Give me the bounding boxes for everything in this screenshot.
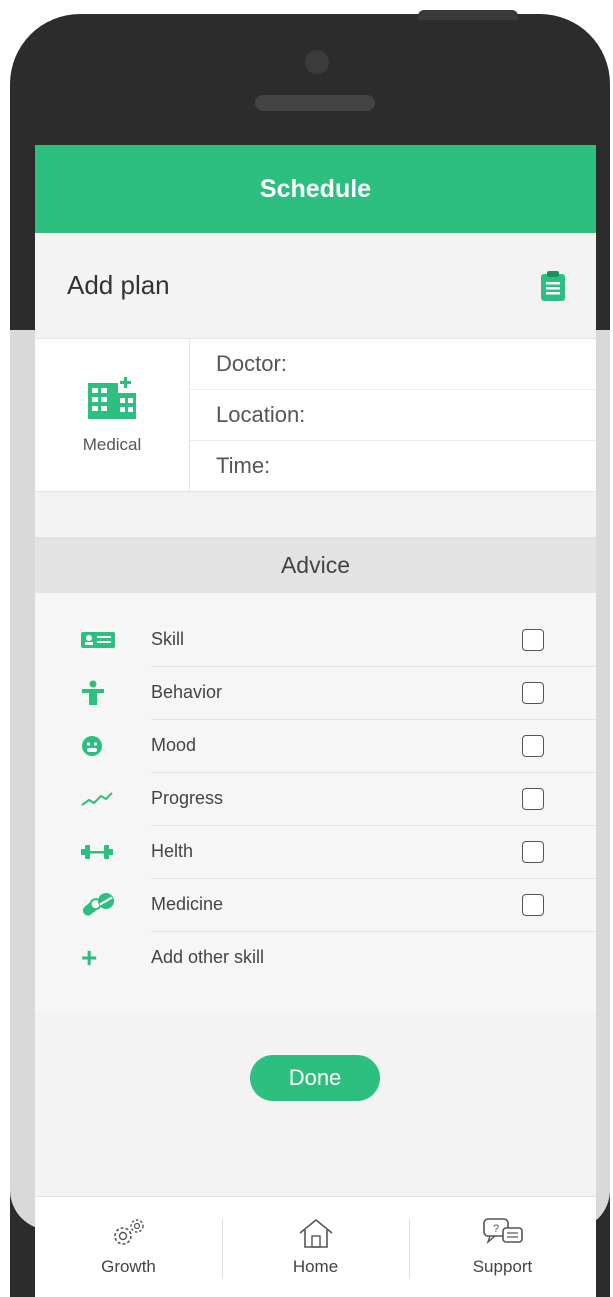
id-card-icon	[81, 631, 115, 648]
chat-icon: ?	[482, 1218, 523, 1245]
tab-growth-label: Growth	[101, 1257, 156, 1276]
advice-item-medicine[interactable]: Medicine	[35, 878, 596, 932]
app-header: Schedule	[35, 145, 596, 233]
mood-checkbox[interactable]	[522, 734, 544, 757]
skill-checkbox[interactable]	[522, 628, 544, 651]
advice-item-behavior[interactable]: Behavior	[35, 666, 596, 720]
doctor-field[interactable]: Doctor:	[190, 339, 596, 390]
home-icon	[298, 1218, 333, 1248]
person-icon	[82, 680, 104, 705]
screen: Schedule Add plan Medical Doctor: Locati…	[35, 145, 596, 1297]
time-field[interactable]: Time:	[190, 441, 596, 491]
medical-label: Medical	[82, 435, 142, 454]
pill-icon	[82, 892, 114, 916]
speaker	[255, 95, 375, 111]
bottom-tab-bar: Growth Home ? Support	[35, 1196, 596, 1297]
power-button	[418, 10, 518, 20]
medicine-checkbox[interactable]	[522, 893, 544, 916]
dumbbell-icon	[81, 844, 113, 859]
trend-line-icon	[81, 791, 113, 806]
face-icon	[82, 735, 102, 756]
section-gap	[35, 492, 596, 537]
advice-item-mood[interactable]: Mood	[35, 719, 596, 773]
tab-home[interactable]: Home	[222, 1197, 409, 1297]
tab-home-label: Home	[292, 1257, 339, 1276]
clipboard-icon[interactable]	[540, 270, 566, 302]
behavior-checkbox[interactable]	[522, 681, 544, 704]
advice-item-progress[interactable]: Progress	[35, 772, 596, 826]
svg-text:?: ?	[492, 1223, 498, 1235]
medical-category[interactable]: Medical	[35, 339, 190, 491]
done-area: Done	[35, 1013, 596, 1213]
advice-item-skill[interactable]: Skill	[35, 613, 596, 667]
tab-support-label: Support	[472, 1257, 533, 1276]
hospital-icon	[88, 377, 136, 419]
add-other-skill-label: Add other skill	[151, 947, 265, 967]
done-button[interactable]: Done	[250, 1055, 380, 1101]
plus-icon: +	[81, 941, 98, 973]
add-other-skill-button[interactable]: + Add other skill	[35, 931, 596, 984]
advice-title: Advice	[280, 551, 351, 578]
gears-icon	[113, 1219, 144, 1245]
tab-support[interactable]: ? Support	[409, 1197, 596, 1297]
tab-growth[interactable]: Growth	[35, 1197, 222, 1297]
add-plan-title: Add plan	[67, 270, 170, 300]
advice-item-health[interactable]: Helth	[35, 825, 596, 879]
health-checkbox[interactable]	[522, 840, 544, 863]
progress-checkbox[interactable]	[522, 787, 544, 810]
advice-header: Advice	[35, 537, 596, 593]
add-plan-bar: Add plan	[35, 233, 596, 338]
camera	[305, 50, 329, 74]
medical-plan-card: Medical Doctor: Location: Time:	[35, 338, 596, 492]
page-title: Schedule	[259, 174, 372, 203]
location-field[interactable]: Location:	[190, 390, 596, 441]
advice-list: Skill Behavior Mood Progress Helth Medic…	[35, 593, 596, 1013]
medical-fields: Doctor: Location: Time:	[190, 339, 596, 491]
